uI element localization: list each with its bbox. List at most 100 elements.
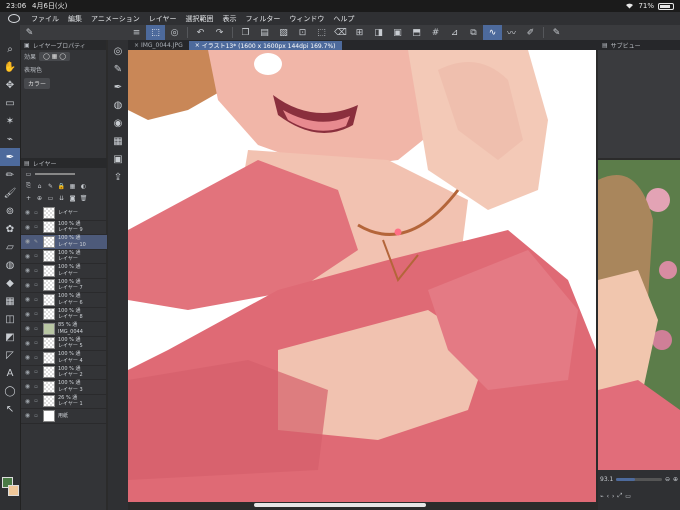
layer-row[interactable]: ◉ ▫ 100 % 通レイヤー 8	[21, 308, 107, 322]
navigator-icon[interactable]: ◎	[108, 42, 128, 60]
transform-icon[interactable]: ⊡	[293, 25, 312, 40]
effect-buttons[interactable]: ◯ ▦ ◯	[39, 52, 70, 61]
eye-icon[interactable]: ◉	[23, 369, 32, 376]
drawing-canvas[interactable]	[128, 50, 596, 502]
layer-row-selected[interactable]: ◉ ✎ 100 % 通レイヤー 10	[21, 235, 107, 250]
layer-row[interactable]: ◉ ▫ 100 % 通レイヤー	[21, 250, 107, 264]
next-icon[interactable]: ›	[612, 493, 614, 500]
eye-icon[interactable]: ◉	[23, 383, 32, 390]
color-wheel-icon[interactable]: ◉	[108, 114, 128, 132]
correction-icon[interactable]: ↖	[0, 400, 20, 418]
decoration-icon[interactable]: ✿	[0, 220, 20, 238]
material-icon[interactable]: ▣	[108, 150, 128, 168]
edit-icon[interactable]: ✎	[547, 25, 566, 40]
layer-row[interactable]: ◉ ▫ 26 % 通レイヤー 1	[21, 395, 107, 409]
lock-toggle[interactable]: ▫	[32, 355, 40, 361]
menu-view[interactable]: 表示	[223, 14, 237, 24]
eye-icon[interactable]: ◉	[23, 340, 32, 347]
menu-animation[interactable]: アニメーション	[91, 14, 140, 24]
select-all-icon[interactable]: ▣	[388, 25, 407, 40]
move-tool-icon[interactable]: ✥	[0, 76, 20, 94]
export-icon[interactable]: ⇪	[108, 168, 128, 186]
lock-icon[interactable]: 🔒	[57, 182, 66, 190]
grid-icon[interactable]: #	[426, 25, 445, 40]
eye-icon[interactable]: ◉	[23, 354, 32, 361]
menu-help[interactable]: ヘルプ	[333, 14, 354, 24]
eye-icon[interactable]: ◉	[23, 267, 32, 274]
subview-reference-image[interactable]	[598, 160, 680, 470]
lock-toggle[interactable]: ▫	[32, 398, 40, 404]
layer-icon[interactable]: ⧉	[464, 25, 483, 40]
redo-icon[interactable]: ↷	[210, 25, 229, 40]
hand-tool-icon[interactable]: ✋	[0, 58, 20, 76]
folder-icon[interactable]: ▭	[625, 493, 631, 500]
select-tool-icon[interactable]: ▭	[0, 94, 20, 112]
wrench-icon[interactable]: ✎	[20, 25, 39, 40]
trash-icon[interactable]: 🗑	[79, 194, 88, 202]
ruler-tool-icon[interactable]: ◸	[0, 346, 20, 364]
menu-filter[interactable]: フィルター	[246, 14, 281, 24]
lock-toggle[interactable]: ▫	[32, 384, 40, 390]
tab-close-icon[interactable]: ×	[134, 42, 139, 49]
new-vector-layer-icon[interactable]: ⊕	[35, 194, 44, 202]
text-tool-icon[interactable]: A	[0, 364, 20, 382]
lock-toggle[interactable]: ▫	[32, 268, 40, 274]
balloon-icon[interactable]: ◯	[0, 382, 20, 400]
crop-icon[interactable]: ⊞	[350, 25, 369, 40]
layer-row[interactable]: ◉ ▫ 100 % 通レイヤー 2	[21, 366, 107, 380]
zoom-in-icon[interactable]: ⊕	[673, 476, 678, 483]
expression-color-select[interactable]: カラー	[24, 78, 51, 89]
pen-tool-icon[interactable]: ✒	[0, 148, 20, 166]
fit-icon[interactable]: ⤢	[617, 492, 622, 500]
eye-icon[interactable]: ◉	[23, 296, 32, 303]
lock-toggle[interactable]: ▫	[32, 340, 40, 346]
color-set-icon[interactable]: ▦	[108, 132, 128, 150]
prev-icon[interactable]: ‹	[607, 493, 609, 500]
deselect-icon[interactable]: ⬚	[312, 25, 331, 40]
layer-row[interactable]: ◉ ▫ 100 % 通レイヤー 9	[21, 221, 107, 235]
brush-size-icon[interactable]: ◍	[108, 96, 128, 114]
paper-layer-row[interactable]: ◉ ▫ 用紙	[21, 409, 107, 424]
mask-add-icon[interactable]: ◙	[68, 194, 77, 202]
eye-icon[interactable]: ◉	[23, 253, 32, 260]
zoom-out-icon[interactable]: ⊖	[665, 476, 670, 483]
lock-toggle[interactable]: ▫	[32, 210, 40, 216]
brush-tool-icon[interactable]: 🖌	[0, 184, 20, 202]
eye-icon[interactable]: ◉	[23, 325, 32, 332]
tab-close-icon[interactable]: ×	[195, 42, 200, 49]
new-raster-layer-icon[interactable]: +	[24, 194, 33, 202]
layer-row[interactable]: ◉ ▫ 100 % 通レイヤー 5	[21, 337, 107, 351]
layer-row[interactable]: ◉ ▫ 100 % 通レイヤー 7	[21, 279, 107, 293]
eyedropper-icon[interactable]: ⌁	[600, 493, 604, 500]
new-folder-icon[interactable]: ▭	[46, 194, 55, 202]
subview-zoom[interactable]: 93.1 ⊖ ⊕	[598, 476, 680, 483]
pen-icon[interactable]: ✐	[521, 25, 540, 40]
mask-icon[interactable]: ◐	[79, 182, 88, 190]
eye-icon[interactable]: ◉	[23, 224, 32, 231]
eye-icon[interactable]: ◉	[23, 282, 32, 289]
menu-edit[interactable]: 編集	[68, 14, 82, 24]
eye-icon[interactable]: ◉	[23, 311, 32, 318]
eye-icon[interactable]: ◉	[23, 209, 32, 216]
paste-icon[interactable]: ▤	[255, 25, 274, 40]
opacity-slider[interactable]	[35, 170, 75, 178]
tab-illustration[interactable]: × イラスト13* (1600 x 1600px 144dpi 169.7%)	[188, 41, 342, 50]
tool-property-icon[interactable]: ✒	[108, 78, 128, 96]
draft-icon[interactable]: ✎	[46, 182, 55, 190]
pencil-tool-icon[interactable]: ✏	[0, 166, 20, 184]
eraser-icon[interactable]: ▱	[0, 238, 20, 256]
menu-file[interactable]: ファイル	[31, 14, 59, 24]
menu-layer[interactable]: レイヤー	[149, 14, 177, 24]
menu-selection[interactable]: 選択範囲	[186, 14, 214, 24]
merge-icon[interactable]: ⇊	[57, 194, 66, 202]
lock-alpha-icon[interactable]: ▦	[68, 182, 77, 190]
lock-toggle[interactable]: ▫	[32, 297, 40, 303]
reference-icon[interactable]: ⌂	[35, 182, 44, 190]
tab-img-0044[interactable]: × IMG_0044.JPG	[128, 41, 189, 50]
zoom-slider[interactable]	[616, 478, 662, 481]
modify-tool-icon[interactable]: ⬚	[146, 25, 165, 40]
eye-icon[interactable]: ◉	[23, 238, 32, 245]
layer-row[interactable]: ◉ ▫ 85 % 通 IMG_0044	[21, 322, 107, 337]
layer-row[interactable]: ◉ ▫ 100 % 通レイヤー	[21, 264, 107, 279]
lock-toggle[interactable]: ▫	[32, 311, 40, 317]
